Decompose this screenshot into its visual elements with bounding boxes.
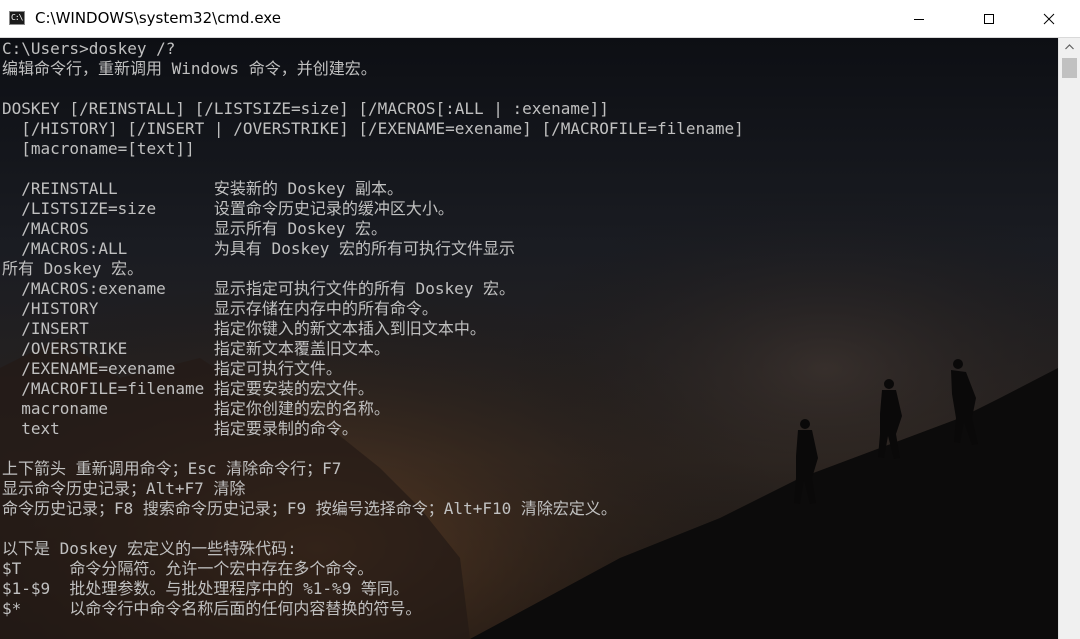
console-line: /LISTSIZE=size 设置命令历史记录的缓冲区大小。 xyxy=(2,199,454,218)
cmd-icon-glyph: C:\ xyxy=(11,13,23,22)
vertical-scrollbar[interactable] xyxy=(1058,38,1080,639)
console-line: /INSERT 指定你键入的新文本插入到旧文本中。 xyxy=(2,319,486,338)
console-line: 命令历史记录；F8 搜索命令历史记录；F9 按编号选择命令；Alt+F10 清除… xyxy=(2,499,617,518)
console-line: [macroname=[text]] xyxy=(2,139,195,158)
close-icon xyxy=(1043,13,1055,24)
console-line: /MACROS:exename 显示指定可执行文件的所有 Doskey 宏。 xyxy=(2,279,515,298)
chevron-up-icon xyxy=(1065,43,1074,49)
minimize-button[interactable] xyxy=(896,0,942,37)
maximize-icon xyxy=(984,13,994,24)
console-line: /MACROS:ALL 为具有 Doskey 宏的所有可执行文件显示 xyxy=(2,239,515,258)
cmd-icon[interactable]: C:\ xyxy=(9,11,25,25)
console-line: /MACROS 显示所有 Doskey 宏。 xyxy=(2,219,387,238)
console-line: DOSKEY [/REINSTALL] [/LISTSIZE=size] [/M… xyxy=(2,99,609,118)
window-title: C:\WINDOWS\system32\cmd.exe xyxy=(35,9,281,27)
console-line: $1-$9 批处理参数。与批处理程序中的 %1-%9 等同。 xyxy=(2,579,409,598)
console-line: /REINSTALL 安装新的 Doskey 副本。 xyxy=(2,179,403,198)
console-line: /EXENAME=exename 指定可执行文件。 xyxy=(2,359,342,378)
close-button[interactable] xyxy=(1026,0,1072,37)
console-line: $T 命令分隔符。允许一个宏中存在多个命令。 xyxy=(2,559,374,578)
console-line: /MACROFILE=filename 指定要安装的宏文件。 xyxy=(2,379,374,398)
console-line: 编辑命令行，重新调用 Windows 命令，并创建宏。 xyxy=(2,59,377,78)
console-line: 上下箭头 重新调用命令；Esc 清除命令行；F7 xyxy=(2,459,342,478)
cmd-window: C:\ C:\WINDOWS\system32\cmd.exe C:\Users… xyxy=(0,0,1080,639)
console-line: 所有 Doskey 宏。 xyxy=(2,259,144,278)
console-line: 显示命令历史记录；Alt+F7 清除 xyxy=(2,479,246,498)
console-line: $* 以命令行中命令名称后面的任何内容替换的符号。 xyxy=(2,599,422,618)
console-line: text 指定要录制的命令。 xyxy=(2,419,358,438)
title-bar[interactable]: C:\ C:\WINDOWS\system32\cmd.exe xyxy=(0,0,1080,38)
console-line: C:\Users>doskey /? xyxy=(2,39,176,58)
console-output-area[interactable]: C:\Users>doskey /? 编辑命令行，重新调用 Windows 命令，… xyxy=(0,38,1058,639)
console-text: C:\Users>doskey /? 编辑命令行，重新调用 Windows 命令，… xyxy=(2,39,744,619)
console-line: /OVERSTRIKE 指定新文本覆盖旧文本。 xyxy=(2,339,390,358)
console-line: [/HISTORY] [/INSERT | /OVERSTRIKE] [/EXE… xyxy=(2,119,744,138)
maximize-button[interactable] xyxy=(966,0,1012,37)
console-line: 以下是 Doskey 宏定义的一些特殊代码: xyxy=(2,539,297,558)
console-line: macroname 指定你创建的宏的名称。 xyxy=(2,399,390,418)
minimize-icon xyxy=(914,18,924,20)
scroll-up-button[interactable] xyxy=(1059,38,1080,55)
scroll-thumb[interactable] xyxy=(1062,58,1077,78)
console-line: /HISTORY 显示存储在内存中的所有命令。 xyxy=(2,299,438,318)
